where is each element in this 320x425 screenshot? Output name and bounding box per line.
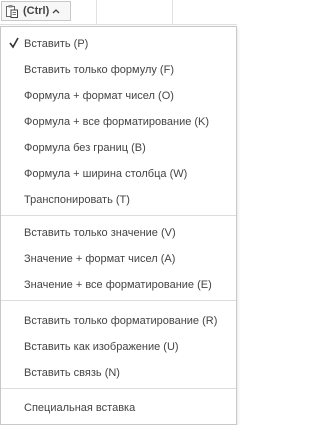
paste-options-button[interactable]: (Ctrl) <box>1 1 71 21</box>
menu-item-label: Значение + все форматирование (E) <box>24 279 212 291</box>
menu-item-label: Вставить как изображение (U) <box>24 341 179 353</box>
menu-item-label: Специальная вставка <box>24 402 136 414</box>
menu-item-label: Формула + все форматирование (K) <box>24 116 210 128</box>
menu-item-label: Формула + формат чисел (O) <box>24 90 174 102</box>
menu-item-paste-as-image[interactable]: Вставить как изображение (U) <box>1 334 236 360</box>
menu-separator <box>1 215 236 216</box>
menu-item-formula-no-borders[interactable]: Формула без границ (B) <box>1 135 236 161</box>
menu-item-label: Вставить только значение (V) <box>24 227 176 239</box>
menu-item-formula-column-width[interactable]: Формула + ширина столбца (W) <box>1 161 236 187</box>
menu-item-label: Транспонировать (T) <box>24 194 130 206</box>
menu-item-formula-all-formatting[interactable]: Формула + все форматирование (K) <box>1 109 236 135</box>
menu-item-paste[interactable]: Вставить (P) <box>1 31 236 57</box>
menu-item-formula-number-format[interactable]: Формула + формат чисел (O) <box>1 83 236 109</box>
chevron-up-icon <box>52 6 60 16</box>
menu-item-label: Вставить связь (N) <box>24 367 120 379</box>
grid-line <box>96 0 97 25</box>
paste-special-menu: Вставить (P) Вставить только формулу (F)… <box>0 26 237 425</box>
menu-separator <box>1 388 236 389</box>
paste-options-label: (Ctrl) <box>23 5 50 17</box>
menu-item-value-number-format[interactable]: Значение + формат чисел (A) <box>1 246 236 272</box>
grid-line <box>0 24 237 25</box>
menu-item-paste-value-only[interactable]: Вставить только значение (V) <box>1 220 236 246</box>
menu-item-label: Вставить только форматирование (R) <box>24 315 218 327</box>
menu-item-paste-formatting-only[interactable]: Вставить только форматирование (R) <box>1 308 236 334</box>
menu-item-label: Формула без границ (B) <box>24 142 146 154</box>
clipboard-icon <box>5 4 19 18</box>
menu-item-label: Вставить (P) <box>24 38 89 50</box>
menu-item-label: Значение + формат чисел (A) <box>24 253 176 265</box>
checkmark-icon <box>9 37 19 49</box>
menu-item-label: Формула + ширина столбца (W) <box>24 168 188 180</box>
menu-item-paste-link[interactable]: Вставить связь (N) <box>1 360 236 386</box>
menu-item-paste-formula-only[interactable]: Вставить только формулу (F) <box>1 57 236 83</box>
menu-separator <box>1 300 236 301</box>
menu-item-transpose[interactable]: Транспонировать (T) <box>1 187 236 213</box>
menu-item-paste-special[interactable]: Специальная вставка <box>1 395 236 421</box>
menu-item-value-all-formatting[interactable]: Значение + все форматирование (E) <box>1 272 236 298</box>
menu-item-label: Вставить только формулу (F) <box>24 64 174 76</box>
grid-line <box>172 0 173 25</box>
